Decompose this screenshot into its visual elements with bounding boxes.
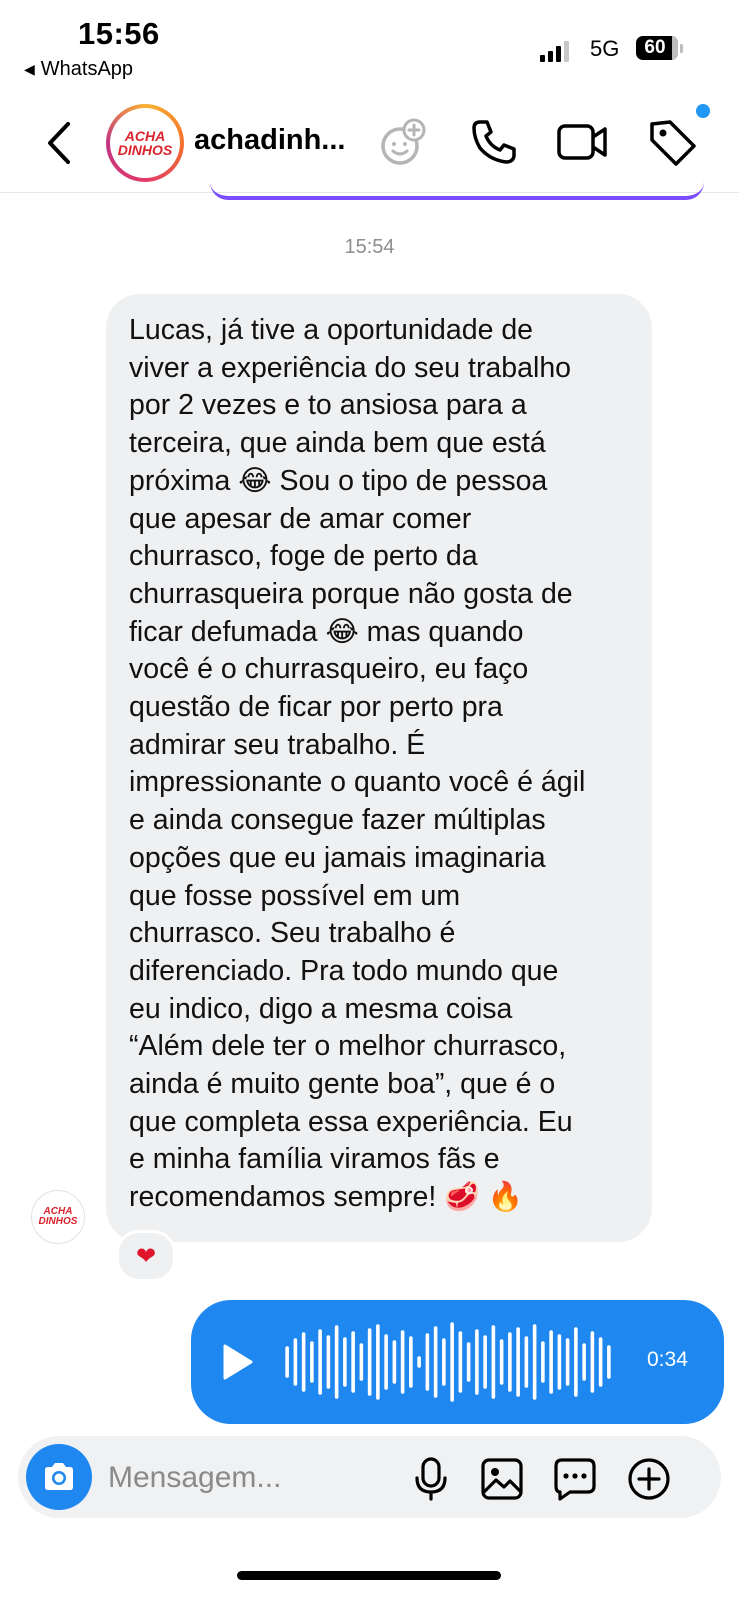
tag-icon[interactable]: [644, 114, 700, 170]
message-timestamp: 15:54: [344, 236, 395, 258]
battery-icon: 60: [636, 36, 684, 60]
logo-line-2: DINHOS: [117, 142, 173, 158]
sticker-icon[interactable]: [552, 1456, 598, 1502]
audio-waveform[interactable]: [283, 1320, 613, 1404]
camera-icon: [45, 1463, 73, 1490]
message-composer: [18, 1436, 721, 1518]
logo-line-1: ACHA: [124, 128, 166, 144]
back-app-label: WhatsApp: [40, 58, 134, 80]
message-input[interactable]: [106, 1454, 410, 1502]
contact-avatar[interactable]: ACHA DINHOS: [106, 104, 184, 182]
network-type: 5G: [590, 36, 620, 61]
gallery-icon[interactable]: [479, 1456, 525, 1502]
avatar-logo: ACHA DINHOS: [110, 108, 180, 178]
battery-level: 60: [644, 37, 666, 58]
voice-message-bubble[interactable]: 0:34: [191, 1300, 724, 1424]
chat-header: ACHA DINHOS achadinh...: [0, 96, 739, 193]
previous-message-edge: [210, 182, 704, 200]
cellular-signal-icon: [540, 40, 569, 62]
heart-reaction-icon[interactable]: ❤: [116, 1230, 176, 1282]
received-message-text: Lucas, já tive a oportunidade de viver a…: [129, 314, 586, 1214]
voice-duration: 0:34: [647, 1348, 688, 1371]
phone-icon[interactable]: [466, 114, 522, 170]
add-icon[interactable]: [626, 1456, 672, 1502]
contact-name[interactable]: achadinh...: [194, 124, 345, 157]
microphone-icon[interactable]: [408, 1456, 454, 1502]
notification-dot: [696, 104, 710, 118]
sender-logo-line-2: DINHOS: [38, 1216, 78, 1227]
home-indicator[interactable]: [237, 1571, 501, 1580]
back-chevron-icon[interactable]: [40, 118, 80, 168]
video-camera-icon[interactable]: [554, 114, 610, 170]
sender-avatar[interactable]: ACHA DINHOS: [31, 1190, 85, 1244]
camera-button[interactable]: [26, 1444, 92, 1510]
back-triangle-icon: ◀: [24, 61, 35, 77]
back-to-app-link[interactable]: ◀ WhatsApp: [24, 58, 133, 81]
received-message-bubble[interactable]: Lucas, já tive a oportunidade de viver a…: [106, 294, 652, 1242]
add-emoji-icon[interactable]: [376, 114, 432, 170]
status-time: 15:56: [78, 16, 160, 51]
play-icon[interactable]: [221, 1342, 255, 1382]
